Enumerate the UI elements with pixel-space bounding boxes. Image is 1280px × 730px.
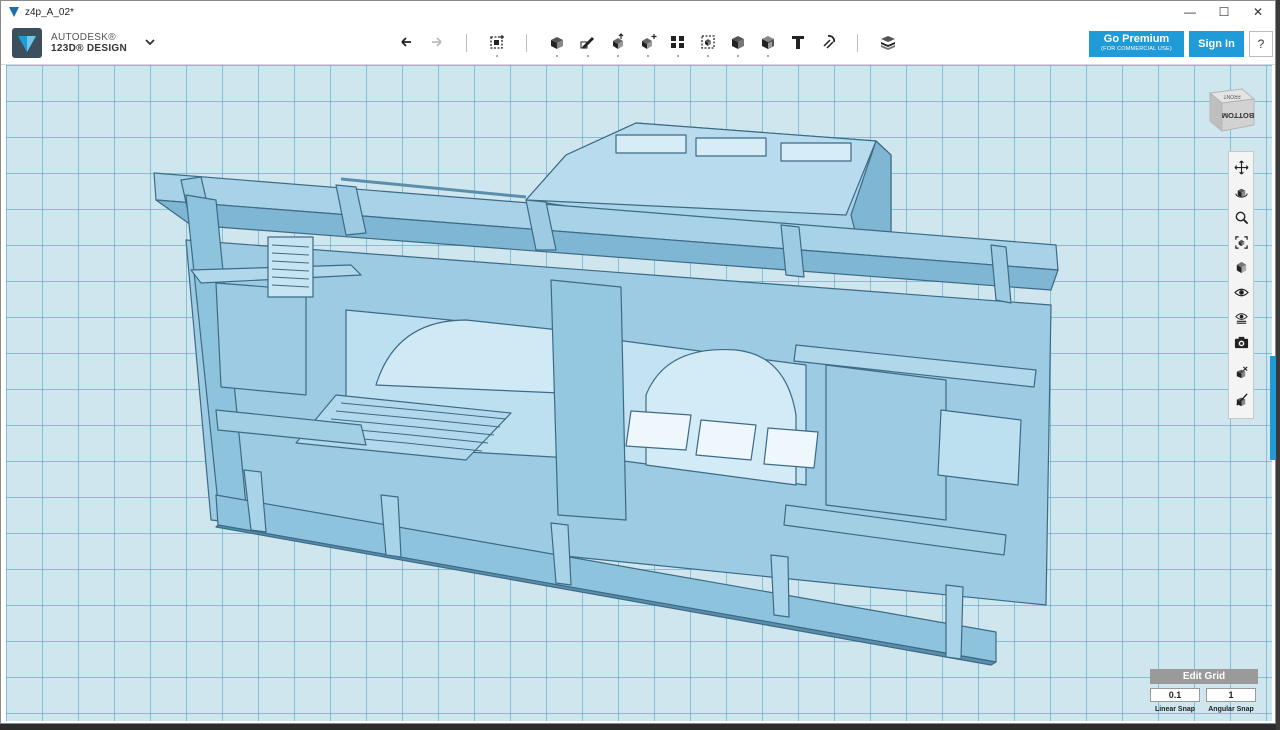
toolbar-separator: [857, 34, 858, 52]
sketch-icon: [580, 37, 594, 49]
navigation-bar: [1228, 151, 1254, 419]
construct-icon: [613, 33, 624, 49]
maximize-button[interactable]: ☐: [1207, 1, 1241, 23]
fit-icon: [1234, 235, 1248, 249]
group-button[interactable]: [698, 32, 718, 57]
close-button[interactable]: ✕: [1241, 1, 1275, 23]
text-button[interactable]: [788, 32, 808, 52]
material-view-icon: [1234, 312, 1248, 324]
snap-icon: [823, 35, 835, 49]
snap-tool-button[interactable]: [1232, 363, 1250, 381]
app-logo-icon: [9, 7, 19, 17]
pattern-button[interactable]: [668, 32, 688, 57]
toolbar-separator: [526, 34, 527, 52]
go-premium-label: Go Premium: [1103, 33, 1170, 45]
material-button[interactable]: [878, 32, 898, 52]
pan-icon: [1234, 160, 1248, 174]
app-window: z4p_A_02* — ☐ ✕ AUTODESK® 123D® DESIGN G…: [0, 0, 1276, 724]
visibility-button[interactable]: [1232, 283, 1250, 301]
angular-snap-label: Angular Snap: [1208, 706, 1254, 713]
brand-line-2: 123D® DESIGN: [51, 43, 127, 54]
redo-icon: [432, 37, 442, 47]
sketch-button[interactable]: [578, 32, 598, 57]
snap-tool-icon: [1236, 365, 1248, 378]
angular-snap-input[interactable]: 1: [1206, 688, 1256, 702]
combine-icon: [732, 36, 744, 49]
app-logo-mark-icon: [12, 28, 42, 58]
orbit-button[interactable]: [1232, 183, 1250, 201]
view-cube[interactable]: BOTTOM FRONT: [1202, 79, 1258, 135]
side-panel-tab[interactable]: [1270, 356, 1276, 460]
construct-button[interactable]: [608, 32, 628, 57]
linear-snap-input[interactable]: 0.1: [1150, 688, 1200, 702]
3d-model[interactable]: [6, 65, 1272, 721]
grid-panel: Edit Grid 0.1 1 Linear Snap Angular Snap: [1150, 669, 1258, 719]
modify-button[interactable]: [638, 32, 658, 57]
pattern-icon: [671, 36, 684, 48]
pan-button[interactable]: [1232, 158, 1250, 176]
group-icon: [701, 35, 715, 49]
zoom-icon: [1235, 211, 1248, 224]
transform-icon: [490, 35, 504, 49]
snap-button[interactable]: [818, 32, 838, 52]
zoom-button[interactable]: [1232, 208, 1250, 226]
toolbar-separator: [466, 34, 467, 52]
combine-button[interactable]: [728, 32, 748, 57]
undo-icon: [401, 37, 411, 47]
viewcube-top-label: FRONT: [1223, 93, 1240, 99]
measure-button[interactable]: [758, 32, 778, 57]
edit-grid-button[interactable]: Edit Grid: [1150, 669, 1258, 684]
view-mode-button[interactable]: [1232, 258, 1250, 276]
screenshot-icon: [1234, 336, 1248, 348]
help-button[interactable]: ?: [1249, 31, 1273, 57]
window-title: z4p_A_02*: [25, 6, 74, 18]
go-premium-sublabel: (FOR COMMERCIAL USE): [1101, 46, 1172, 52]
orbit-icon: [1234, 188, 1248, 198]
main-toolbar: AUTODESK® 123D® DESIGN Go Premium (FOR C…: [1, 23, 1275, 65]
modify-icon: [642, 34, 657, 49]
sign-in-button[interactable]: Sign In: [1189, 31, 1244, 57]
primitives-icon: [551, 37, 563, 49]
title-bar: z4p_A_02* — ☐ ✕: [1, 1, 1275, 23]
material-icon: [881, 36, 895, 50]
fit-button[interactable]: [1232, 233, 1250, 251]
desktop-edge: [1276, 0, 1280, 730]
app-logo[interactable]: AUTODESK® 123D® DESIGN: [12, 28, 127, 58]
undo-button[interactable]: [397, 32, 417, 52]
solid-snap-icon: [1235, 392, 1248, 406]
3d-viewport[interactable]: BOTTOM FRONT Edit Grid 0.1 1 Linear Snap…: [6, 65, 1272, 721]
chevron-down-icon[interactable]: [143, 35, 157, 49]
viewcube-face-label: BOTTOM: [1222, 111, 1254, 120]
measure-icon: [762, 36, 774, 49]
screenshot-button[interactable]: [1232, 333, 1250, 351]
primitives-button[interactable]: [547, 32, 567, 57]
text-icon: [792, 36, 804, 49]
solid-snap-button[interactable]: [1232, 390, 1250, 408]
linear-snap-label: Linear Snap: [1154, 706, 1196, 713]
view-mode-icon: [1236, 261, 1246, 273]
redo-button[interactable]: [426, 32, 446, 52]
transform-button[interactable]: [487, 32, 507, 57]
go-premium-button[interactable]: Go Premium (FOR COMMERCIAL USE): [1089, 31, 1184, 57]
material-view-button[interactable]: [1232, 308, 1250, 326]
visibility-icon: [1233, 288, 1249, 296]
minimize-button[interactable]: —: [1173, 1, 1207, 23]
brand-line-1: AUTODESK®: [51, 32, 116, 43]
